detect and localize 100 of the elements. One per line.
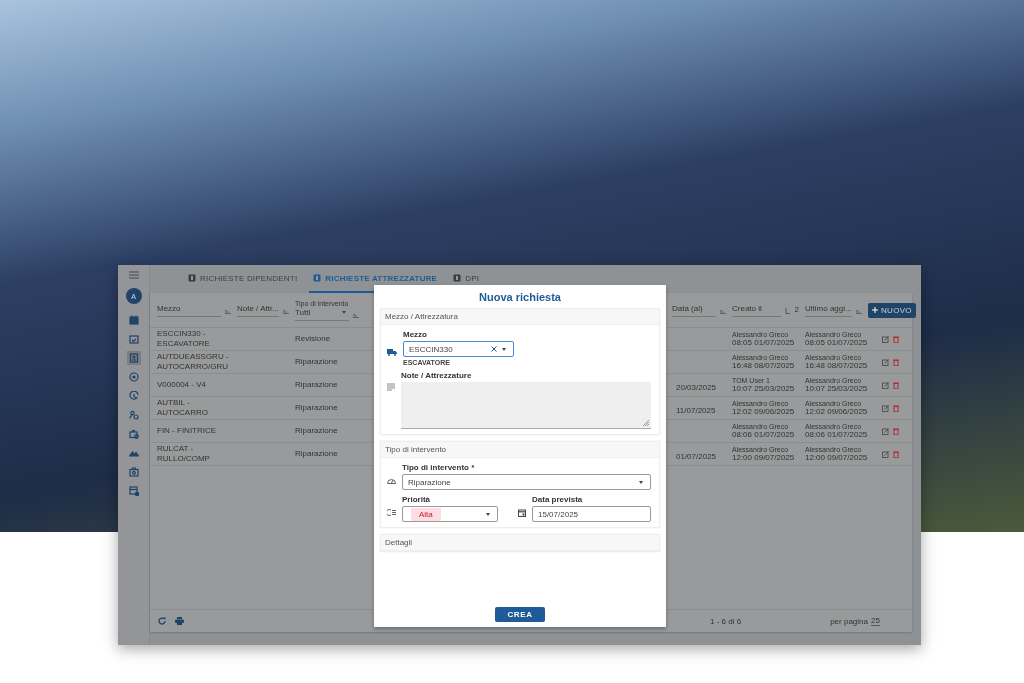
clock-icon <box>128 391 139 401</box>
timestamp: 12:00 09/07/2025 <box>732 453 796 462</box>
sidebar-item[interactable] <box>126 389 141 403</box>
create-button[interactable]: CREA <box>495 606 545 622</box>
edit-icon[interactable] <box>882 335 889 343</box>
table-cell-text: FIN - FINITRICE <box>157 426 218 436</box>
table-cell-text: Riparazione <box>295 380 339 390</box>
edit-icon[interactable] <box>882 450 889 458</box>
timestamp: 16:48 08/07/2025 <box>805 361 869 370</box>
per-page-select[interactable]: 25 <box>870 616 880 626</box>
per-page-label: per pagina <box>830 616 868 626</box>
plus-icon <box>872 307 878 313</box>
timestamp: 08:05 01/07/2025 <box>732 338 796 347</box>
filter-field[interactable]: Ultimo aggi... <box>805 303 852 317</box>
badge-icon <box>313 274 322 282</box>
gauge-icon <box>387 477 396 484</box>
camera-icon <box>128 467 139 477</box>
vehicle-select[interactable]: ESCCIN330 <box>403 341 514 357</box>
truck-icon <box>387 348 397 356</box>
field-label: Tipo di intervento * <box>402 463 476 472</box>
print-icon[interactable] <box>175 617 184 625</box>
delete-icon[interactable] <box>893 335 899 343</box>
delete-icon[interactable] <box>893 427 899 435</box>
table-cell-text: Revisione <box>295 334 332 344</box>
timestamp: 08:05 01/07/2025 <box>805 338 869 347</box>
sidebar-item[interactable] <box>126 465 141 479</box>
badge-icon <box>188 274 196 282</box>
calendar-icon[interactable] <box>518 508 526 517</box>
section-header: Mezzo / Attrezzatura <box>381 309 659 325</box>
timestamp: 08:06 01/07/2025 <box>732 430 796 439</box>
table-cell-text: 01/07/2025 <box>675 452 717 461</box>
new-button[interactable]: NUOVO <box>868 302 916 318</box>
sort-icon[interactable] <box>784 307 791 314</box>
briefcase-icon <box>128 429 139 439</box>
table-cell-text: RULCAT - RULLO/COMP <box>157 444 211 464</box>
tab[interactable]: RICHIESTE DIPENDENTI <box>184 265 308 293</box>
clear-icon[interactable] <box>491 346 497 352</box>
table-cell-text: V000004 - V4 <box>157 380 207 390</box>
filter-icon[interactable] <box>225 309 231 314</box>
priority-select[interactable]: Alta <box>402 506 498 522</box>
section-header: Dettagli <box>381 535 659 551</box>
date-field[interactable]: 15/07/2025 <box>532 506 651 522</box>
calendar-icon <box>128 315 139 325</box>
sort-order: 2 <box>794 304 799 314</box>
table-cell-text: AUTBIL - AUTOCARRO <box>157 398 209 418</box>
table-cell-text: Riparazione <box>295 449 339 459</box>
priority-icon <box>387 509 396 516</box>
priority-chip: Alta <box>411 507 441 521</box>
sidebar-item[interactable] <box>126 370 141 384</box>
edit-icon[interactable] <box>882 404 889 412</box>
filter-field[interactable]: Mezzo <box>157 303 221 317</box>
id-card-icon <box>128 353 139 363</box>
edit-icon[interactable] <box>882 358 889 366</box>
edit-icon[interactable] <box>882 381 889 389</box>
timestamp: 12:02 09/06/2025 <box>732 407 796 416</box>
filter-field[interactable]: Data (al) <box>672 303 716 317</box>
list-icon <box>128 486 139 496</box>
field-label: Priorità <box>402 495 431 504</box>
sidebar-item[interactable] <box>126 408 141 422</box>
sidebar-item[interactable] <box>126 332 141 346</box>
timestamp: 16:48 08/07/2025 <box>732 361 796 370</box>
filter-icon[interactable] <box>283 309 289 314</box>
filter-field[interactable]: Note / Attr... <box>237 303 279 317</box>
notes-icon <box>387 383 395 391</box>
badge-icon <box>453 274 462 282</box>
filter-icon[interactable] <box>856 309 862 314</box>
filter-icon[interactable] <box>720 309 726 314</box>
people-icon <box>128 410 139 420</box>
table-cell-text: Riparazione <box>295 403 339 413</box>
section-header: Tipo di intervento <box>381 442 659 458</box>
delete-icon[interactable] <box>893 404 899 412</box>
caret-icon <box>486 512 490 516</box>
menu-icon[interactable] <box>128 271 139 279</box>
field-label: Mezzo <box>403 330 428 339</box>
refresh-icon[interactable] <box>158 617 166 625</box>
intervention-select[interactable]: Riparazione <box>402 474 651 490</box>
delete-icon[interactable] <box>893 358 899 366</box>
caret-icon <box>639 480 643 484</box>
caret-icon <box>342 310 346 314</box>
timestamp: 08:06 01/07/2025 <box>805 430 869 439</box>
delete-icon[interactable] <box>893 450 899 458</box>
resize-grip-icon[interactable] <box>643 420 649 426</box>
edit-icon[interactable] <box>882 427 889 435</box>
table-cell-text: Riparazione <box>295 357 339 367</box>
sidebar-item[interactable] <box>126 351 141 365</box>
sidebar-item[interactable] <box>126 313 141 327</box>
timestamp: 10:07 25/03/2025 <box>732 384 796 393</box>
table-cell-text: 20/03/2025 <box>675 383 717 392</box>
field-label: Note / Attrezzature <box>401 371 473 380</box>
target-icon <box>128 372 139 382</box>
delete-icon[interactable] <box>893 381 899 389</box>
filter-icon[interactable] <box>353 313 359 318</box>
sidebar-item[interactable] <box>126 427 141 441</box>
pagination-range: 1 - 6 di 6 <box>710 616 742 626</box>
field-label: Data prevista <box>532 495 584 504</box>
notes-textarea[interactable] <box>401 382 651 429</box>
caret-icon <box>502 347 506 351</box>
sidebar-item[interactable] <box>126 484 141 498</box>
timestamp: 12:02 09/06/2025 <box>805 407 869 416</box>
calendar-check-icon <box>128 334 139 344</box>
